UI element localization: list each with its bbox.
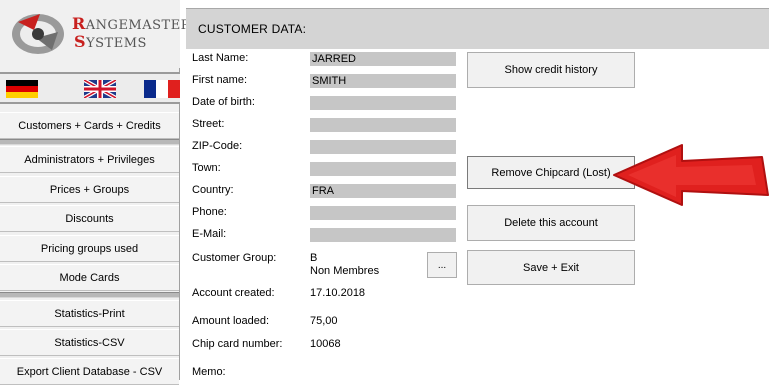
memo-label: Memo: [192,366,226,378]
show-credit-history-button[interactable]: Show credit history [467,52,635,88]
town-label: Town: [192,162,221,174]
country-field[interactable]: FRA [310,184,456,198]
last-name-field[interactable]: JARRED [310,52,456,66]
first-name-field[interactable]: SMITH [310,74,456,88]
customer-group-code: B [310,252,318,264]
german-flag-icon[interactable] [6,80,38,98]
dob-label: Date of birth: [192,96,255,108]
town-field[interactable] [310,162,456,176]
phone-field[interactable] [310,206,456,220]
phone-label: Phone: [192,206,227,218]
sidebar-divider [0,292,179,298]
save-exit-button[interactable]: Save + Exit [467,250,635,285]
delete-account-button[interactable]: Delete this account [467,205,635,241]
first-name-label: First name: [192,74,248,86]
customer-data-header: CUSTOMER DATA: [186,8,769,49]
account-created-value: 17.10.2018 [310,287,366,299]
account-created-label: Account created: [192,287,275,299]
nav-administrators-privileges[interactable]: Administrators + Privileges [0,146,179,173]
uk-flag-icon[interactable] [84,80,116,98]
street-field[interactable] [310,118,456,132]
nav-pricing-groups-used[interactable]: Pricing groups used [0,235,179,262]
sidebar-divider [0,139,179,145]
rangemaster-logo: RANGEMASTER SYSTEMS [0,0,190,68]
french-flag-icon[interactable] [144,80,180,98]
dob-field[interactable] [310,96,456,110]
red-arrow-icon [613,144,769,206]
country-label: Country: [192,184,234,196]
amount-loaded-label: Amount loaded: [192,315,270,327]
email-label: E-Mail: [192,228,227,240]
zip-label: ZIP-Code: [192,140,243,152]
chip-card-number-label: Chip card number: [192,338,283,350]
chip-card-number-value: 10068 [310,338,341,350]
nav-statistics-print[interactable]: Statistics-Print [0,300,179,327]
last-name-label: Last Name: [192,52,249,64]
nav-prices-groups[interactable]: Prices + Groups [0,176,179,203]
logo-word-ystems: YSTEMS [86,36,147,51]
street-label: Street: [192,118,225,130]
logo-emblem-icon [12,14,64,54]
customer-group-label: Customer Group: [192,252,277,264]
nav-statistics-csv[interactable]: Statistics-CSV [0,329,179,356]
amount-loaded-value: 75,00 [310,315,338,327]
zip-field[interactable] [310,140,456,154]
email-field[interactable] [310,228,456,242]
logo-letter-r: R [72,14,86,33]
nav-customers-cards-credits[interactable]: Customers + Cards + Credits [0,112,179,139]
remove-chipcard-button[interactable]: Remove Chipcard (Lost) [467,156,635,189]
nav-discounts[interactable]: Discounts [0,205,179,232]
logo-word-angemaster: ANGEMASTER [85,18,191,33]
customer-group-name: Non Membres [310,265,380,277]
nav-mode-cards[interactable]: Mode Cards [0,264,179,291]
nav-export-client-database[interactable]: Export Client Database - CSV [0,358,179,385]
sidebar: RANGEMASTER SYSTEMS Customers + Cards + … [0,0,190,385]
select-group-button[interactable]: ... [427,252,457,278]
language-flags [0,72,180,104]
page-title: CUSTOMER DATA: [198,22,307,36]
logo-letter-s: S [74,32,87,51]
